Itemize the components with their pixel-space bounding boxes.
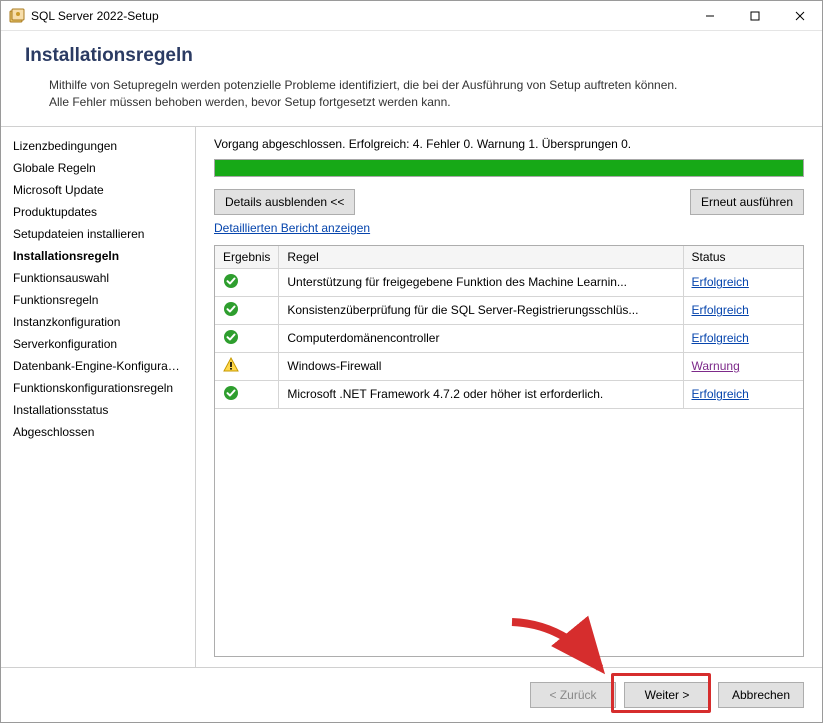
rule-status-link[interactable]: Erfolgreich: [683, 296, 803, 324]
table-row: Unterstützung für freigegebene Funktion …: [215, 268, 803, 296]
setup-window: SQL Server 2022-Setup Installationsregel…: [0, 0, 823, 723]
result-ok-icon: [215, 296, 279, 324]
sidebar-step[interactable]: Funktionsauswahl: [7, 267, 189, 289]
back-button[interactable]: < Zurück: [530, 682, 616, 708]
page-header: Installationsregeln Mithilfe von Setupre…: [1, 31, 822, 127]
app-icon: [9, 8, 25, 24]
sidebar-step[interactable]: Serverkonfiguration: [7, 333, 189, 355]
detailed-report-link[interactable]: Detaillierten Bericht anzeigen: [214, 221, 370, 235]
sidebar-step[interactable]: Globale Regeln: [7, 157, 189, 179]
close-button[interactable]: [777, 1, 822, 30]
details-toggle-button[interactable]: Details ausblenden <<: [214, 189, 355, 215]
table-row: ComputerdomänencontrollerErfolgreich: [215, 324, 803, 352]
progress-fill: [215, 160, 803, 176]
rule-name: Unterstützung für freigegebene Funktion …: [279, 268, 683, 296]
result-ok-icon: [215, 268, 279, 296]
body: LizenzbedingungenGlobale RegelnMicrosoft…: [1, 127, 822, 667]
footer-buttons: < Zurück Weiter > Abbrechen: [1, 667, 822, 722]
maximize-button[interactable]: [732, 1, 777, 30]
titlebar: SQL Server 2022-Setup: [1, 1, 822, 31]
rule-name: Konsistenzüberprüfung für die SQL Server…: [279, 296, 683, 324]
minimize-button[interactable]: [687, 1, 732, 30]
result-ok-icon: [215, 380, 279, 408]
main-panel: Vorgang abgeschlossen. Erfolgreich: 4. F…: [196, 127, 822, 667]
next-button[interactable]: Weiter >: [624, 682, 710, 708]
col-rule[interactable]: Regel: [279, 246, 683, 269]
sidebar-step[interactable]: Datenbank-Engine-Konfigurati...: [7, 355, 189, 377]
result-ok-icon: [215, 324, 279, 352]
col-result[interactable]: Ergebnis: [215, 246, 279, 269]
page-description: Mithilfe von Setupregeln werden potenzie…: [25, 77, 798, 112]
rule-name: Microsoft .NET Framework 4.7.2 oder höhe…: [279, 380, 683, 408]
page-title: Installationsregeln: [25, 45, 798, 67]
rule-status-link[interactable]: Warnung: [683, 352, 803, 380]
window-buttons: [687, 1, 822, 30]
sidebar-step[interactable]: Installationsregeln: [7, 245, 189, 267]
sidebar-step[interactable]: Instanzkonfiguration: [7, 311, 189, 333]
sidebar-step[interactable]: Funktionsregeln: [7, 289, 189, 311]
window-title: SQL Server 2022-Setup: [31, 9, 687, 23]
result-warn-icon: [215, 352, 279, 380]
table-row: Microsoft .NET Framework 4.7.2 oder höhe…: [215, 380, 803, 408]
sidebar-step[interactable]: Microsoft Update: [7, 179, 189, 201]
toolbar: Details ausblenden << Erneut ausführen: [214, 189, 804, 215]
sidebar-steps: LizenzbedingungenGlobale RegelnMicrosoft…: [1, 127, 196, 667]
status-text: Vorgang abgeschlossen. Erfolgreich: 4. F…: [214, 137, 804, 151]
table-row: Windows-FirewallWarnung: [215, 352, 803, 380]
table-row: Konsistenzüberprüfung für die SQL Server…: [215, 296, 803, 324]
rule-status-link[interactable]: Erfolgreich: [683, 268, 803, 296]
sidebar-step[interactable]: Lizenzbedingungen: [7, 135, 189, 157]
sidebar-step[interactable]: Abgeschlossen: [7, 421, 189, 443]
progress-bar: [214, 159, 804, 177]
sidebar-step[interactable]: Installationsstatus: [7, 399, 189, 421]
rule-status-link[interactable]: Erfolgreich: [683, 324, 803, 352]
col-status[interactable]: Status: [683, 246, 803, 269]
rule-name: Computerdomänencontroller: [279, 324, 683, 352]
sidebar-step[interactable]: Funktionskonfigurationsregeln: [7, 377, 189, 399]
rule-status-link[interactable]: Erfolgreich: [683, 380, 803, 408]
sidebar-step[interactable]: Setupdateien installieren: [7, 223, 189, 245]
rules-grid: Ergebnis Regel Status Unterstützung für …: [214, 245, 804, 657]
cancel-button[interactable]: Abbrechen: [718, 682, 804, 708]
sidebar-step[interactable]: Produktupdates: [7, 201, 189, 223]
rule-name: Windows-Firewall: [279, 352, 683, 380]
rerun-button[interactable]: Erneut ausführen: [690, 189, 804, 215]
